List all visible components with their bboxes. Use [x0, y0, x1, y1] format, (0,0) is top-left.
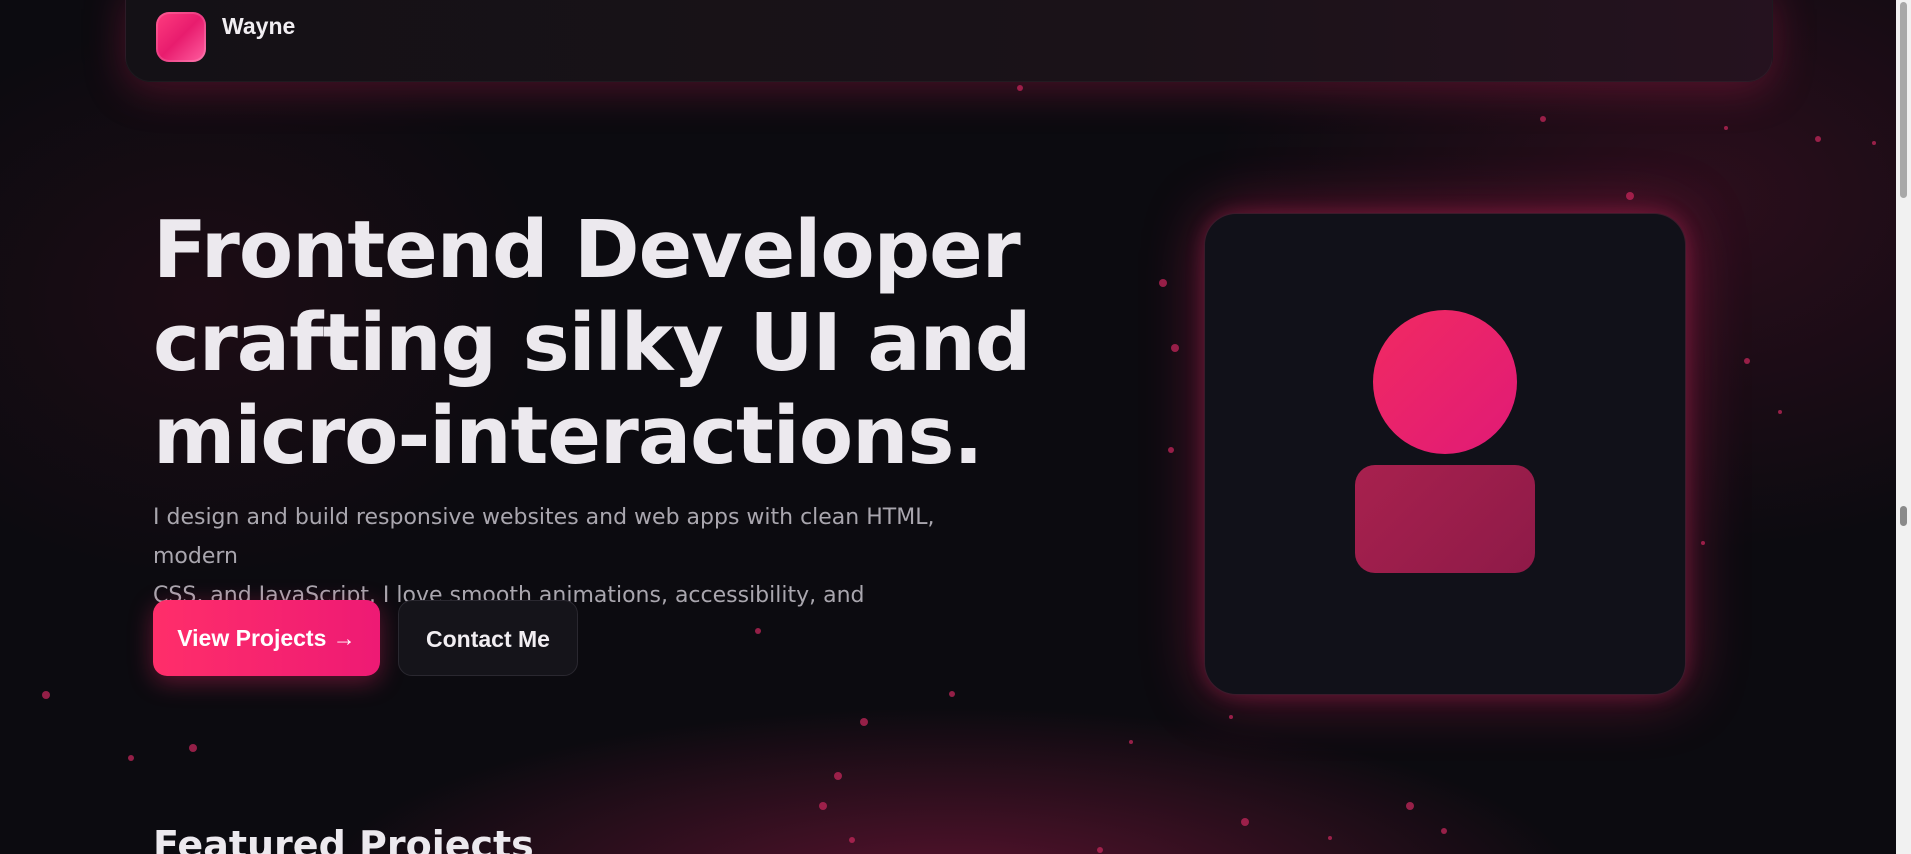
particle-dot [128, 755, 134, 761]
hero-title-line: micro-interactions. [153, 390, 983, 482]
particle-dot [1241, 818, 1249, 826]
portfolio-page: Wayne Frontend Developer crafting silky … [0, 0, 1911, 854]
particle-dot [819, 802, 827, 810]
top-navbar: Wayne [125, 0, 1773, 82]
particle-dot [1744, 358, 1750, 364]
hero-subtitle-line: I design and build responsive websites a… [153, 505, 935, 569]
scrollbar-thumb[interactable] [1900, 2, 1907, 198]
particle-dot [1406, 802, 1414, 810]
scrollbar-marker [1900, 506, 1907, 526]
particle-dot [42, 691, 50, 699]
particle-dot [1626, 192, 1634, 200]
hero-title-line: crafting silky UI and [153, 297, 1031, 389]
view-projects-button[interactable]: View Projects → [153, 600, 380, 676]
particle-dot [1129, 740, 1133, 744]
particle-dot [189, 744, 197, 752]
hero-title: Frontend Developer crafting silky UI and… [153, 204, 1053, 483]
particle-dot [1168, 447, 1174, 453]
particle-dot [849, 837, 855, 843]
particle-dot [1171, 344, 1179, 352]
page-scrollbar[interactable] [1896, 0, 1911, 854]
particle-dot [1441, 828, 1447, 834]
particle-dot [1778, 410, 1782, 414]
avatar-body [1355, 465, 1535, 573]
particle-dot [1540, 116, 1546, 122]
particle-dot [1724, 126, 1728, 130]
particle-dot [1701, 541, 1705, 545]
particle-dot [1017, 85, 1023, 91]
hero-title-line: Frontend Developer [153, 204, 1021, 296]
logo-icon[interactable] [156, 12, 206, 62]
particle-dot [1328, 836, 1332, 840]
particle-dot [834, 772, 842, 780]
brand-name[interactable]: Wayne [222, 13, 295, 39]
featured-projects-heading: Featured Projects [153, 823, 534, 854]
particle-dot [860, 718, 868, 726]
particle-dot [1097, 847, 1103, 853]
avatar-head [1373, 310, 1517, 454]
particle-dot [1159, 279, 1167, 287]
contact-me-button[interactable]: Contact Me [398, 600, 578, 676]
particle-dot [949, 691, 955, 697]
particle-dot [1815, 136, 1821, 142]
avatar-card [1204, 213, 1686, 695]
particle-dot [1229, 715, 1233, 719]
particle-dot [1872, 141, 1876, 145]
